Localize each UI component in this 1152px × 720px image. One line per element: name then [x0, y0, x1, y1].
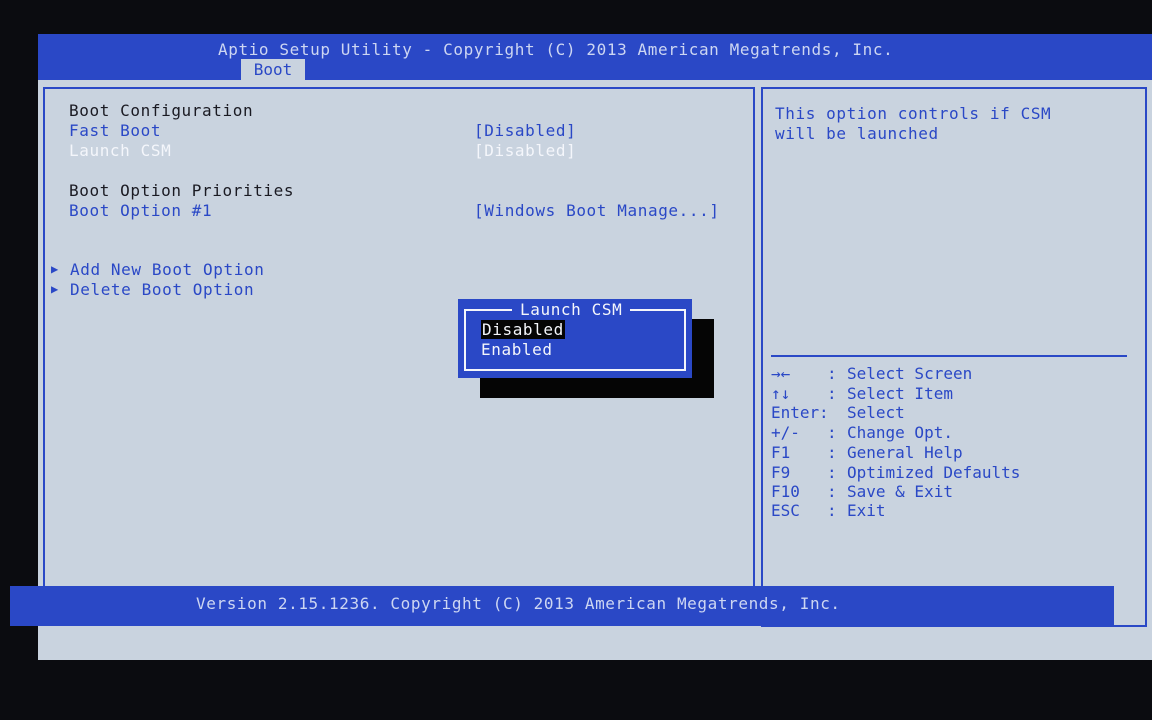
- fast-boot-label[interactable]: Fast Boot: [69, 121, 161, 140]
- help-key: F1: [771, 443, 791, 462]
- help-key-row: ↑↓ : Select Item: [771, 384, 1131, 404]
- help-key: +/-: [771, 423, 800, 442]
- bios-screen: Aptio Setup Utility - Copyright (C) 2013…: [38, 34, 1152, 660]
- popup-option-disabled[interactable]: Disabled: [481, 320, 565, 339]
- arrows-vertical-icon: ↑↓: [771, 384, 791, 403]
- section-boot-option-priorities: Boot Option Priorities: [69, 181, 295, 200]
- help-key: Enter: [771, 403, 820, 422]
- help-key-description: Select Screen: [847, 364, 973, 383]
- help-separator: :: [819, 403, 829, 422]
- app-title: Aptio Setup Utility - Copyright (C) 2013…: [218, 40, 894, 59]
- header-bar: Aptio Setup Utility - Copyright (C) 2013…: [38, 34, 1152, 80]
- help-key: F9: [771, 463, 791, 482]
- popup-option-enabled[interactable]: Enabled: [481, 340, 553, 359]
- help-separator: :: [827, 364, 837, 383]
- help-description-line-2: will be launched: [775, 124, 939, 143]
- launch-csm-label[interactable]: Launch CSM: [69, 141, 171, 160]
- boot-option-1-label[interactable]: Boot Option #1: [69, 201, 212, 220]
- help-key-row: F9 : Optimized Defaults: [771, 463, 1131, 483]
- help-key-row: Enter : Select: [771, 403, 1131, 423]
- help-separator: :: [827, 482, 837, 501]
- help-key-row: +/- : Change Opt.: [771, 423, 1131, 443]
- help-key-row: F10 : Save & Exit: [771, 482, 1131, 502]
- arrows-horizontal-icon: →←: [771, 364, 791, 383]
- section-boot-configuration: Boot Configuration: [69, 101, 254, 120]
- help-key-description: Select Item: [847, 384, 953, 403]
- fast-boot-value[interactable]: [Disabled]: [474, 121, 576, 140]
- help-description-line-1: This option controls if CSM: [775, 104, 1052, 123]
- help-separator: :: [827, 423, 837, 442]
- add-new-boot-option[interactable]: Add New Boot Option: [70, 260, 264, 279]
- help-key-row: →← : Select Screen: [771, 364, 1131, 384]
- help-separator: :: [827, 443, 837, 462]
- popup-title: Launch CSM: [512, 300, 631, 319]
- boot-option-1-value[interactable]: [Windows Boot Manage...]: [474, 201, 720, 220]
- help-key-row: ESC : Exit: [771, 501, 1131, 521]
- launch-csm-value[interactable]: [Disabled]: [474, 141, 576, 160]
- tab-boot[interactable]: Boot: [241, 59, 305, 80]
- help-key-row: F1 : General Help: [771, 443, 1131, 463]
- triangle-right-icon: ▶: [51, 262, 59, 276]
- help-separator: :: [827, 463, 837, 482]
- help-separator: :: [827, 501, 837, 520]
- help-key-description: General Help: [847, 443, 963, 462]
- version-text: Version 2.15.1236. Copyright (C) 2013 Am…: [196, 594, 841, 613]
- triangle-right-icon: ▶: [51, 282, 59, 296]
- help-divider: [771, 355, 1127, 357]
- help-key-description: Select: [847, 403, 905, 422]
- help-key-description: Optimized Defaults: [847, 463, 1021, 482]
- footer-bar: Version 2.15.1236. Copyright (C) 2013 Am…: [10, 586, 1114, 626]
- help-key: F10: [771, 482, 800, 501]
- help-panel: This option controls if CSM will be laun…: [761, 87, 1147, 627]
- help-key-description: Exit: [847, 501, 886, 520]
- help-key-description: Save & Exit: [847, 482, 953, 501]
- launch-csm-popup: Launch CSM Disabled Enabled: [458, 299, 692, 378]
- help-key: ESC: [771, 501, 800, 520]
- help-separator: :: [827, 384, 837, 403]
- delete-boot-option[interactable]: Delete Boot Option: [70, 280, 254, 299]
- help-key-description: Change Opt.: [847, 423, 953, 442]
